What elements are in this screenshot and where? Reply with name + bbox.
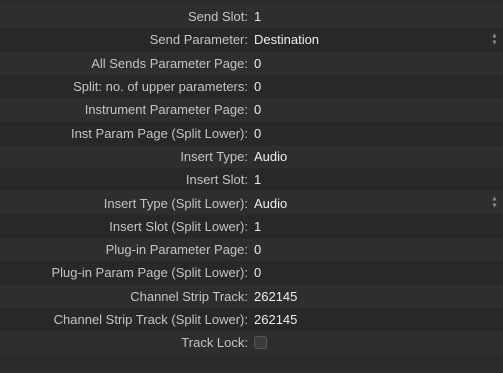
split-upper-parameters-value[interactable]: 0 <box>254 79 261 94</box>
chevron-down-icon: ▼ <box>491 39 498 47</box>
track-lock-label: Track Lock: <box>181 335 248 351</box>
parameter-inspector-panel: Send Slot: 1 Send Parameter: Destination… <box>0 0 503 373</box>
insert-slot-split-lower-value[interactable]: 1 <box>254 219 261 234</box>
chevron-down-icon: ▼ <box>491 202 498 210</box>
inst-param-page-split-lower-value[interactable]: 0 <box>254 126 261 141</box>
row-track-lock: Track Lock: <box>0 331 503 355</box>
row-insert-type-split-lower: Insert Type (Split Lower): Audio ▲ ▼ <box>0 191 503 215</box>
row-split-upper-parameters: Split: no. of upper parameters: 0 <box>0 74 503 99</box>
insert-slot-label: Insert Slot: <box>185 172 248 188</box>
send-slot-value[interactable]: 1 <box>254 9 261 24</box>
instrument-parameter-page-label: Instrument Parameter Page: <box>84 102 248 118</box>
row-plugin-parameter-page: Plug-in Parameter Page: 0 <box>0 237 503 262</box>
row-insert-type: Insert Type: Audio <box>0 144 503 169</box>
row-send-parameter: Send Parameter: Destination ▲ ▼ <box>0 28 503 52</box>
row-all-sends-parameter-page: All Sends Parameter Page: 0 <box>0 51 503 75</box>
plugin-param-page-split-lower-label: Plug-in Param Page (Split Lower): <box>51 265 248 281</box>
insert-type-value[interactable]: Audio <box>254 149 287 164</box>
send-slot-label: Send Slot: <box>188 9 248 25</box>
row-inst-param-page-split-lower: Inst Param Page (Split Lower): 0 <box>0 121 503 145</box>
send-parameter-label: Send Parameter: <box>149 32 248 48</box>
insert-type-label: Insert Type: <box>180 148 248 164</box>
insert-type-split-lower-label: Insert Type (Split Lower): <box>103 195 248 211</box>
row-insert-slot: Insert Slot: 1 <box>0 168 503 192</box>
insert-type-split-lower-value[interactable]: Audio <box>254 196 287 211</box>
insert-type-split-lower-stepper-icon[interactable]: ▲ ▼ <box>490 196 499 210</box>
channel-strip-track-label: Channel Strip Track: <box>130 288 248 304</box>
track-lock-checkbox[interactable] <box>254 336 267 350</box>
plugin-param-page-split-lower-value[interactable]: 0 <box>254 265 261 280</box>
split-upper-parameters-label: Split: no. of upper parameters: <box>73 79 248 95</box>
row-channel-strip-track-split-lower: Channel Strip Track (Split Lower): 26214… <box>0 307 503 332</box>
row-insert-slot-split-lower: Insert Slot (Split Lower): 1 <box>0 214 503 238</box>
row-channel-strip-track: Channel Strip Track: 262145 <box>0 284 503 308</box>
all-sends-parameter-page-label: All Sends Parameter Page: <box>91 55 248 71</box>
send-parameter-value[interactable]: Destination <box>254 32 319 47</box>
plugin-parameter-page-label: Plug-in Parameter Page: <box>105 242 248 258</box>
row-send-slot: Send Slot: 1 <box>0 5 503 29</box>
insert-slot-value[interactable]: 1 <box>254 172 261 187</box>
all-sends-parameter-page-value[interactable]: 0 <box>254 56 261 71</box>
instrument-parameter-page-value[interactable]: 0 <box>254 102 261 117</box>
channel-strip-track-value[interactable]: 262145 <box>254 289 297 304</box>
insert-slot-split-lower-label: Insert Slot (Split Lower): <box>109 218 248 234</box>
inst-param-page-split-lower-label: Inst Param Page (Split Lower): <box>70 125 248 141</box>
channel-strip-track-split-lower-label: Channel Strip Track (Split Lower): <box>53 312 248 327</box>
channel-strip-track-split-lower-value[interactable]: 262145 <box>254 312 297 327</box>
row-instrument-parameter-page: Instrument Parameter Page: 0 <box>0 98 503 122</box>
row-plugin-param-page-split-lower: Plug-in Param Page (Split Lower): 0 <box>0 261 503 285</box>
plugin-parameter-page-value[interactable]: 0 <box>254 242 261 257</box>
send-parameter-stepper-icon[interactable]: ▲ ▼ <box>490 32 499 47</box>
